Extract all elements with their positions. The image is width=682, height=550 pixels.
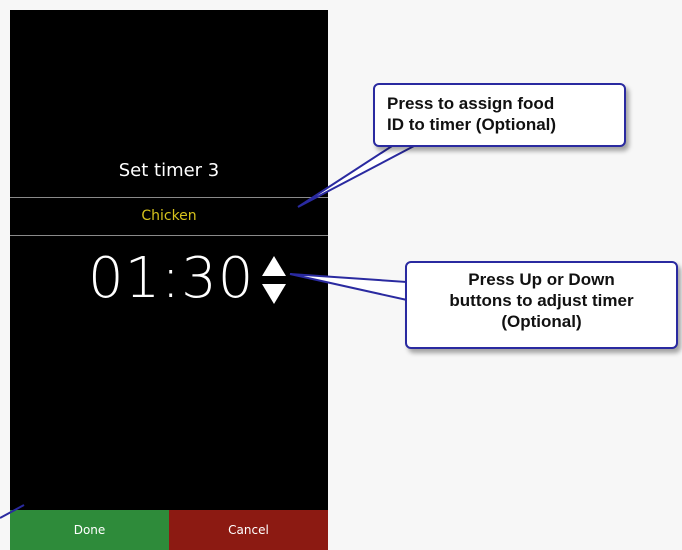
callout-line: Press Up or Down: [468, 270, 615, 289]
done-button[interactable]: Done: [10, 510, 169, 550]
set-timer-dialog: Set timer 3 Chicken 01:30 Done Cancel: [10, 10, 328, 550]
arrow-down-icon[interactable]: [262, 284, 286, 304]
arrow-up-icon[interactable]: [262, 256, 286, 276]
dialog-title: Set timer 3: [118, 160, 220, 181]
callout-line: Press to assign food: [387, 94, 555, 113]
food-id-callout: Press to assign food ID to timer (Option…: [373, 83, 626, 147]
callout-line: ID to timer (Optional): [387, 115, 557, 134]
adjust-timer-callout: Press Up or Down buttons to adjust timer…: [405, 261, 678, 349]
callout-line: buttons to adjust timer: [449, 291, 634, 310]
timer-value: 01:30: [88, 246, 255, 311]
callout-line: (Optional): [501, 312, 582, 331]
timer-adjust-controls: [262, 256, 288, 308]
food-id-field[interactable]: Chicken: [10, 198, 328, 234]
divider: [10, 235, 328, 236]
cancel-button[interactable]: Cancel: [169, 510, 328, 550]
